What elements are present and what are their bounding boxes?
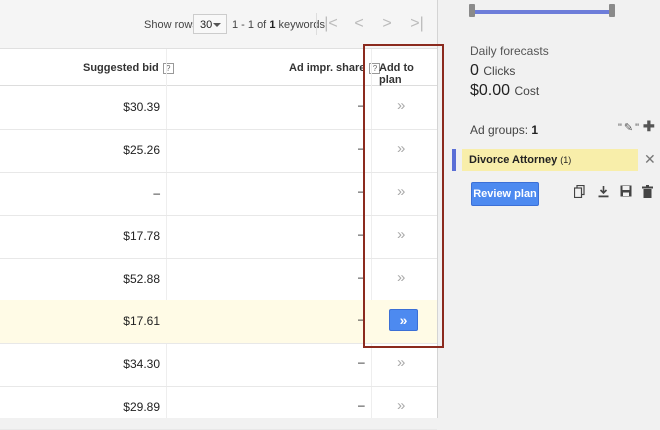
trash-icon[interactable] [642, 185, 653, 201]
copy-icon[interactable] [573, 184, 585, 201]
bid-slider-track[interactable] [471, 10, 612, 14]
suggested-bid-cell: – [153, 186, 160, 200]
ad-groups-text: Ad groups: [470, 123, 529, 137]
suggested-bid-cell: $34.30 [123, 357, 160, 371]
table-row: $29.89 – » [0, 386, 437, 430]
header-suggested-bid-label: Suggested bid [83, 62, 159, 74]
range-count: 1 [269, 19, 276, 31]
clicks-value: 0 [470, 62, 479, 79]
last-page-icon[interactable]: >| [404, 13, 430, 35]
suggested-bid-cell: $17.61 [123, 314, 160, 328]
first-page-icon[interactable]: |< [318, 13, 344, 35]
divider [316, 13, 317, 35]
prev-page-icon[interactable]: < [346, 13, 372, 35]
suggested-bid-cell: $52.88 [123, 272, 160, 286]
table-row: $34.30 – » [0, 343, 437, 387]
plan-sidebar: Daily forecasts 0 Clicks $0.00 Cost Ad g… [452, 0, 660, 418]
header-ad-impr-share-label: Ad impr. share [289, 62, 366, 74]
suggested-bid-cell: $29.89 [123, 400, 160, 414]
ad-group-indicator [452, 149, 456, 171]
pagination-bar: Show rows: 30 1 - 1 of 1 keywords |< < >… [0, 0, 437, 49]
impr-share-cell: – [358, 355, 365, 369]
next-page-icon[interactable]: > [374, 13, 400, 35]
help-icon[interactable]: ? [162, 63, 174, 74]
range-text: 1 - 1 of 1 keywords [232, 19, 325, 31]
daily-forecasts-title: Daily forecasts [470, 44, 549, 58]
keyword-table-panel: Show rows: 30 1 - 1 of 1 keywords |< < >… [0, 0, 444, 430]
suggested-bid-cell: $17.78 [123, 229, 160, 243]
ad-group-name-text: Divorce Attorney [469, 154, 558, 166]
suggested-bid-cell: $25.26 [123, 143, 160, 157]
ad-group-name[interactable]: Divorce Attorney (1) [462, 149, 638, 171]
add-to-plan-button[interactable]: » [397, 354, 405, 371]
ad-group-item[interactable]: Divorce Attorney (1) ✕ [452, 149, 660, 171]
add-to-plan-highlight-frame [363, 44, 444, 348]
close-icon[interactable]: ✕ [644, 151, 656, 168]
edit-ad-group-icon[interactable]: "✎" [618, 121, 641, 134]
rows-per-page-select[interactable]: 30 [193, 14, 227, 34]
suggested-bid-cell: $30.39 [123, 100, 160, 114]
slider-handle-right[interactable] [609, 4, 615, 17]
header-suggested-bid[interactable]: Suggested bid? [83, 62, 174, 74]
download-icon[interactable] [598, 185, 609, 201]
review-plan-button[interactable]: Review plan [471, 182, 539, 206]
cost-value: $0.00 [470, 82, 511, 99]
range-prefix: 1 - 1 of [232, 19, 267, 31]
add-ad-group-icon[interactable]: ✚ [643, 118, 655, 135]
clicks-forecast: 0 Clicks [470, 62, 515, 80]
rows-per-page-value: 30 [200, 19, 213, 31]
cost-forecast: $0.00 Cost [470, 82, 539, 100]
save-icon[interactable] [620, 185, 632, 200]
impr-share-cell: – [358, 398, 365, 412]
add-to-plan-button[interactable]: » [397, 397, 405, 414]
ad-groups-label: Ad groups: 1 [470, 123, 538, 137]
cost-unit: Cost [514, 84, 540, 98]
clicks-unit: Clicks [483, 64, 516, 78]
slider-handle-left[interactable] [469, 4, 475, 17]
chevron-down-icon [213, 23, 221, 27]
ad-groups-count: 1 [531, 123, 539, 137]
ad-group-keyword-count: (1) [560, 155, 572, 165]
